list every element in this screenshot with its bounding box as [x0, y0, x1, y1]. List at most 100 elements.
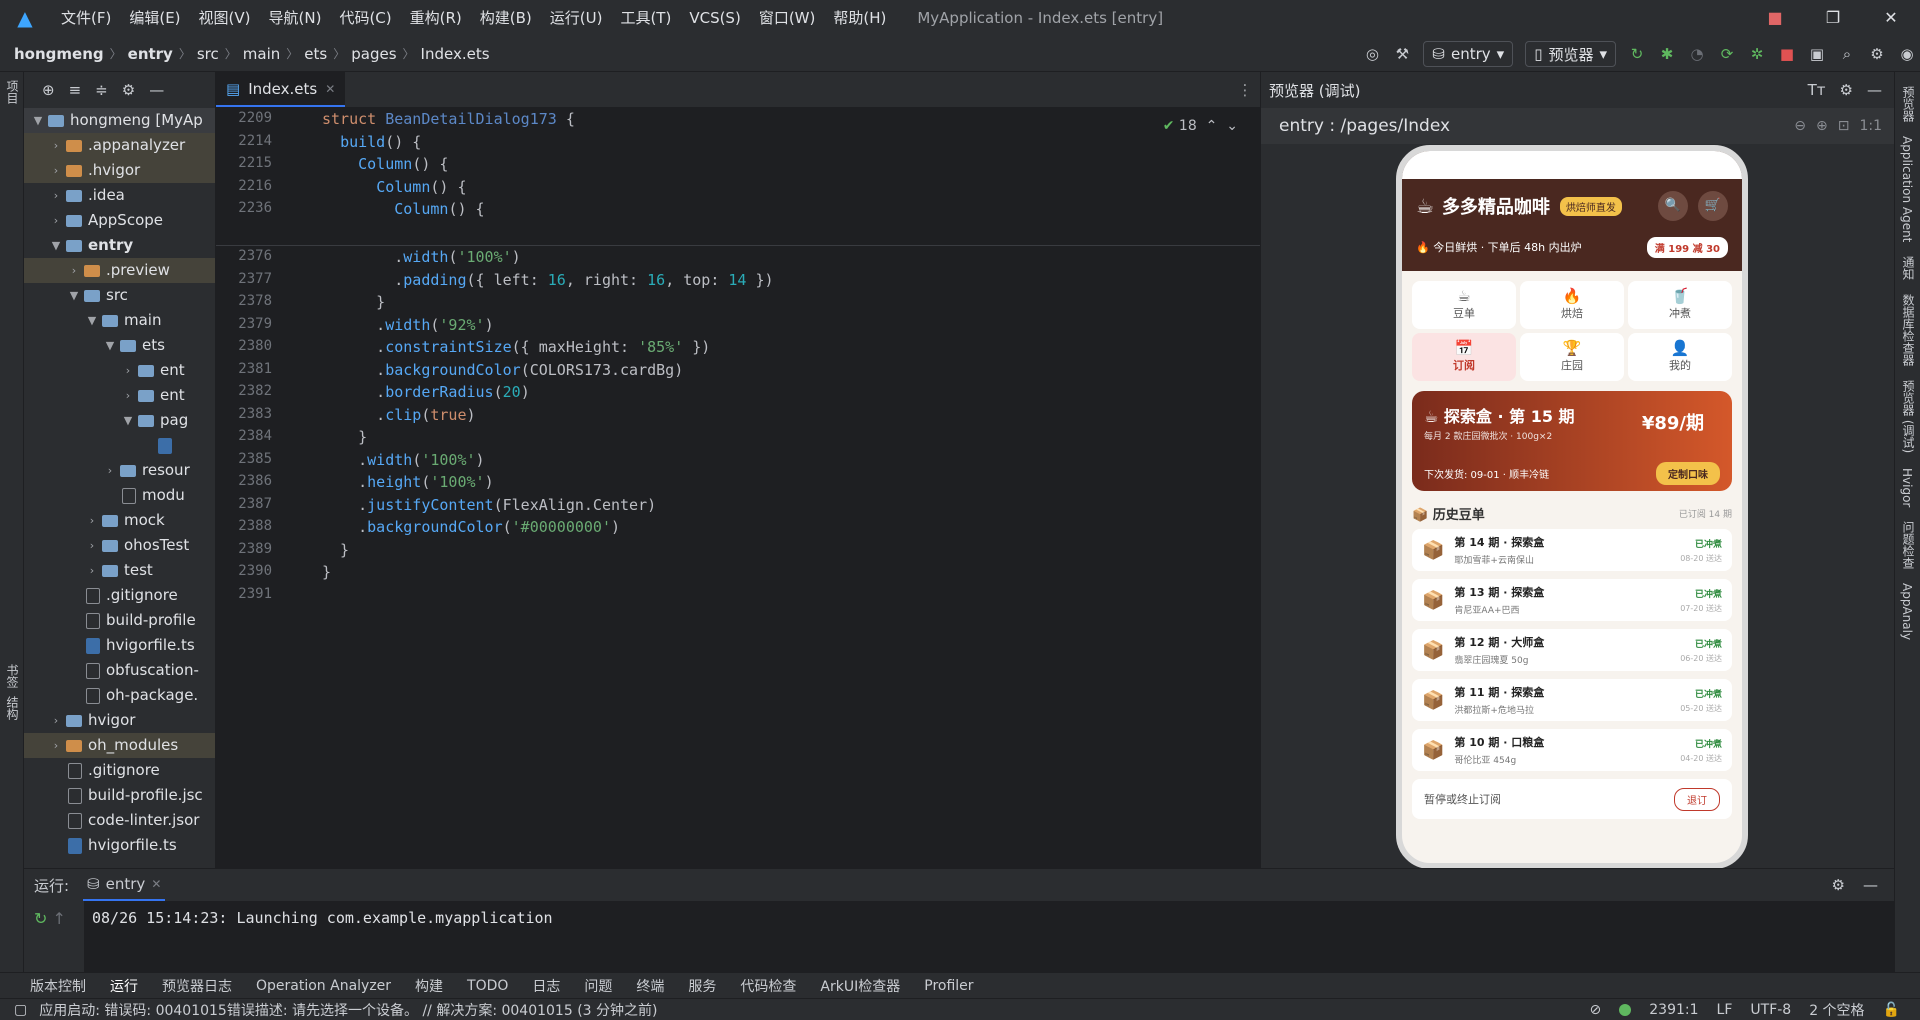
tool-window-button[interactable]: 问题	[584, 976, 612, 996]
right-tool-button[interactable]: 数据库检查器	[1900, 294, 1917, 366]
right-tool-button[interactable]: AppAnaly	[1900, 583, 1914, 640]
breadcrumb-item[interactable]: entry	[128, 45, 173, 63]
more-tabs-icon[interactable]: ⋮	[1230, 72, 1260, 107]
close-tab-icon[interactable]: ✕	[325, 82, 335, 96]
tool-window-button[interactable]: 版本控制	[30, 976, 86, 996]
gear-icon[interactable]: ⚙	[1832, 876, 1845, 894]
tool-window-button[interactable]: 终端	[636, 976, 664, 996]
history-item[interactable]: 📦 第 13 期 · 探索盒 肯尼亚AA+巴西 已冲煮 07-20 送达	[1412, 579, 1732, 621]
scroll-up-icon[interactable]: ↑	[53, 909, 66, 928]
tree-row[interactable]: › resour	[24, 458, 215, 483]
tool-window-button[interactable]: Operation Analyzer	[256, 978, 391, 994]
unsubscribe-button[interactable]: 退订	[1674, 787, 1720, 811]
right-tool-button[interactable]: 问题检查	[1900, 521, 1917, 569]
expand-arrow-icon[interactable]: ›	[48, 183, 64, 208]
code-line[interactable]: .width('92%')	[322, 316, 493, 334]
project-tool-button[interactable]: 项目	[4, 80, 21, 104]
minimize-button[interactable]: ■	[1746, 0, 1804, 36]
code-line[interactable]: }	[322, 293, 385, 311]
no-power-save-icon[interactable]: ⊘	[1590, 1002, 1602, 1018]
coupon-badge[interactable]: 满 199 减 30	[1646, 236, 1728, 258]
app-screen[interactable]: ☕ 多多精品咖啡 烘焙师直发 🔍 🛒 🔥 今日鲜烘 · 下单后 48h 内出炉 …	[1402, 151, 1742, 863]
locate-icon[interactable]: ⊕	[42, 81, 55, 99]
right-tool-button[interactable]: 预览器	[1900, 86, 1917, 122]
inspection-widget[interactable]: ✔ 18 ⌃ ⌄	[1163, 118, 1238, 134]
category-4[interactable]: 🏆 庄园	[1520, 333, 1624, 381]
right-tool-button[interactable]: 通知	[1900, 256, 1917, 280]
expand-arrow-icon[interactable]: ›	[84, 508, 100, 533]
indent-setting[interactable]: 2 个空格	[1809, 1000, 1864, 1020]
history-item[interactable]: 📦 第 10 期 · 口粮盒 哥伦比亚 454g 已冲煮 04-20 送达	[1412, 729, 1732, 771]
profile-icon[interactable]: ◔	[1684, 41, 1710, 67]
expand-arrow-icon[interactable]: ▼	[30, 108, 46, 133]
tree-row[interactable]: code-linter.jsor	[24, 808, 215, 833]
code-line[interactable]: .justifyContent(FlexAlign.Center)	[322, 496, 656, 514]
tree-row[interactable]: › .appanalyzer	[24, 133, 215, 158]
structure-tool-button[interactable]: 结构	[4, 696, 21, 720]
customize-flavor-button[interactable]: 定制口味	[1656, 462, 1720, 485]
hide-icon[interactable]: —	[1867, 81, 1882, 99]
tree-row[interactable]: build-profile	[24, 608, 215, 633]
tree-row[interactable]: ▼ entry	[24, 233, 215, 258]
cart-icon[interactable]: 🛒	[1698, 191, 1728, 221]
right-tool-button[interactable]: 预览器 (调试)	[1900, 380, 1917, 453]
tree-row[interactable]: modu	[24, 483, 215, 508]
tree-row[interactable]: › AppScope	[24, 208, 215, 233]
stop-icon[interactable]: ■	[1774, 41, 1800, 67]
category-2[interactable]: 🥤 冲煮	[1628, 281, 1732, 329]
code-line[interactable]: .backgroundColor(COLORS173.cardBg)	[322, 361, 683, 379]
menu-item[interactable]: 编辑(E)	[120, 0, 189, 36]
expand-arrow-icon[interactable]: ›	[84, 533, 100, 558]
tree-row[interactable]: .gitignore	[24, 758, 215, 783]
expand-arrow-icon[interactable]: ›	[48, 733, 64, 758]
tree-row[interactable]: › hvigor	[24, 708, 215, 733]
menu-item[interactable]: 重构(R)	[401, 0, 471, 36]
caret-position[interactable]: 2391:1	[1649, 1002, 1698, 1018]
menu-item[interactable]: 窗口(W)	[750, 0, 825, 36]
bookmarks-tool-button[interactable]: 书签	[4, 664, 21, 688]
subscription-card[interactable]: ☕ 探索盒 · 第 15 期 ¥89/期 每月 2 款庄园微批次 · 100g×…	[1412, 391, 1732, 491]
tree-row[interactable]: › .preview	[24, 258, 215, 283]
zoom-level[interactable]: 1:1	[1859, 118, 1882, 134]
tree-row[interactable]: › ent	[24, 383, 215, 408]
category-5[interactable]: 👤 我的	[1628, 333, 1732, 381]
tool-window-button[interactable]: 服务	[688, 976, 716, 996]
panel-toggle-icon[interactable]: ▢	[14, 1002, 27, 1018]
right-tool-button[interactable]: Hvigor	[1900, 468, 1914, 507]
expand-arrow-icon[interactable]: ›	[102, 458, 118, 483]
hide-icon[interactable]: —	[1863, 876, 1878, 894]
tool-window-button[interactable]: ArkUI检查器	[820, 976, 900, 996]
attach-debugger-icon[interactable]: ✲	[1744, 41, 1770, 67]
menu-item[interactable]: 视图(V)	[190, 0, 260, 36]
code-line[interactable]: .height('100%')	[322, 473, 493, 491]
code-view[interactable]: 2209 struct BeanDetailDialog173 {2214 bui…	[216, 108, 1260, 912]
expand-arrow-icon[interactable]: ›	[120, 383, 136, 408]
expand-arrow-icon[interactable]: ›	[48, 133, 64, 158]
tree-row[interactable]: build-profile.jsc	[24, 783, 215, 808]
search-icon[interactable]: ⌕	[1834, 41, 1860, 67]
device-manager-icon[interactable]: ▣	[1804, 41, 1830, 67]
expand-arrow-icon[interactable]: ›	[48, 708, 64, 733]
lock-icon[interactable]: 🔓	[1883, 1002, 1900, 1018]
run-tab-entry[interactable]: ⛁ entry ✕	[83, 869, 166, 901]
line-separator[interactable]: LF	[1717, 1002, 1733, 1018]
settings-icon[interactable]: ⚙	[1864, 41, 1890, 67]
tree-row[interactable]: ▼ src	[24, 283, 215, 308]
breadcrumb-item[interactable]: hongmeng	[14, 45, 104, 63]
category-0[interactable]: ☕ 豆单	[1412, 281, 1516, 329]
tree-row[interactable]: ▼ ets	[24, 333, 215, 358]
code-line[interactable]: .borderRadius(20)	[322, 383, 530, 401]
tree-row[interactable]: › oh_modules	[24, 733, 215, 758]
zoom-out-icon[interactable]: ⊖	[1794, 118, 1806, 134]
expand-arrow-icon[interactable]: ›	[66, 258, 82, 283]
tree-row[interactable]	[24, 433, 215, 458]
gear-icon[interactable]: ⚙	[1840, 81, 1853, 99]
close-button[interactable]: ✕	[1862, 0, 1920, 36]
rerun-icon[interactable]: ↻	[34, 909, 47, 928]
expand-arrow-icon[interactable]: ▼	[66, 283, 82, 308]
target-icon[interactable]: ◎	[1359, 41, 1385, 67]
menu-item[interactable]: 代码(C)	[330, 0, 400, 36]
menu-item[interactable]: 运行(U)	[541, 0, 612, 36]
tool-window-button[interactable]: 日志	[532, 976, 560, 996]
device-select[interactable]: ▯ 预览器 ▾	[1525, 41, 1616, 67]
